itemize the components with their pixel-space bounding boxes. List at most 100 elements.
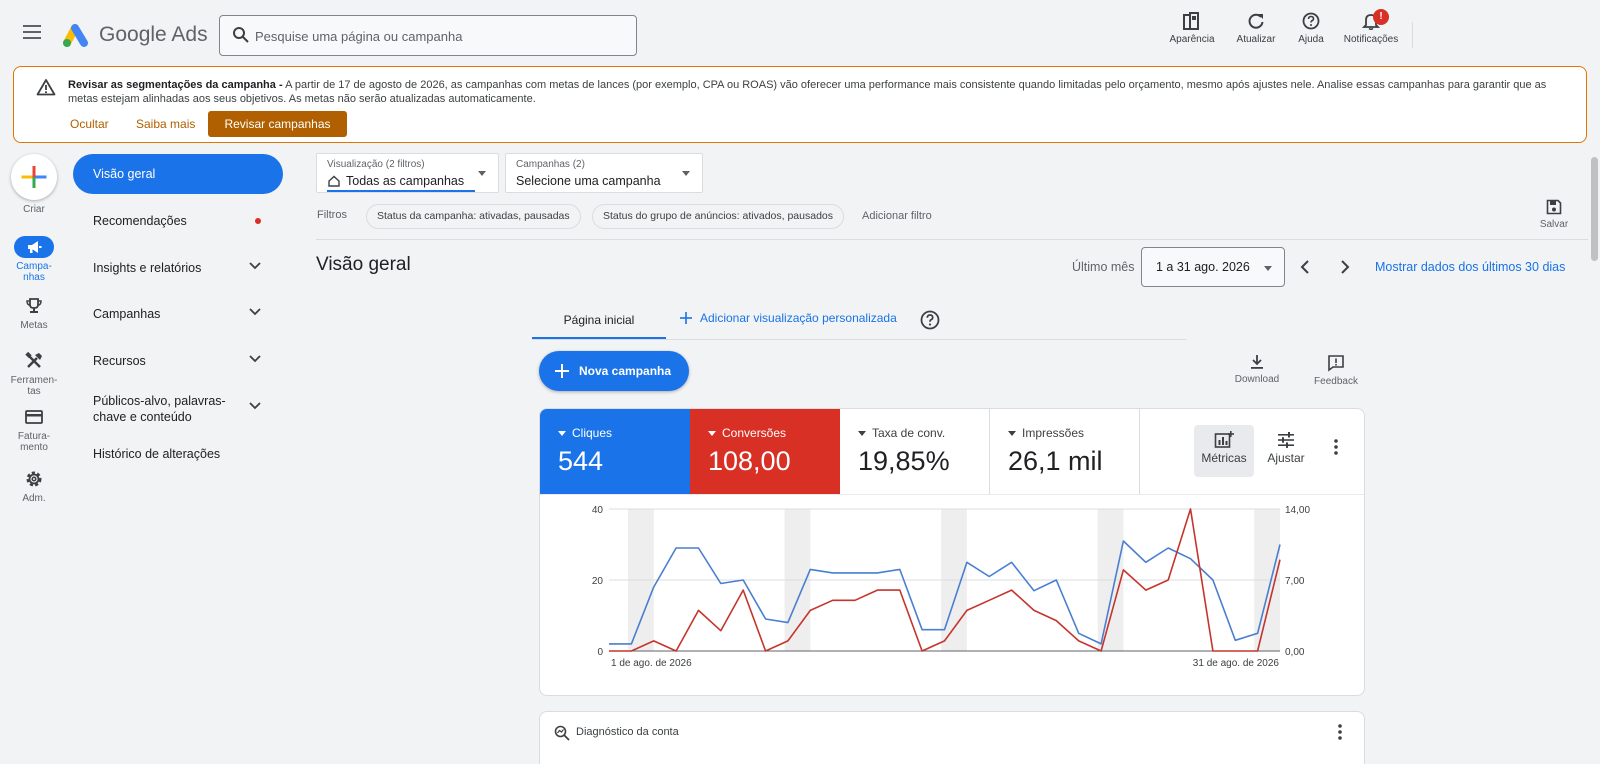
tab-add-custom-view[interactable]: Adicionar visualização personalizada bbox=[680, 311, 897, 325]
download-label: Download bbox=[1234, 374, 1280, 385]
rail-goals-label: Metas bbox=[20, 320, 48, 331]
card-more-options-button[interactable] bbox=[1328, 439, 1344, 459]
nav-overview[interactable]: Visão geral bbox=[73, 154, 283, 194]
search-insights-icon bbox=[554, 725, 570, 741]
metrics-label: Métricas bbox=[1201, 451, 1247, 465]
save-button[interactable]: Salvar bbox=[1532, 199, 1576, 235]
more-vert-icon[interactable] bbox=[1338, 724, 1342, 740]
nav-resources[interactable]: Recursos bbox=[73, 341, 283, 381]
metrics-chart-icon bbox=[1214, 431, 1234, 448]
chevron-down-icon bbox=[249, 262, 261, 270]
brand-name: Google Ads bbox=[99, 23, 208, 46]
appearance-label: Aparência bbox=[1169, 34, 1215, 45]
new-campaign-label: Nova campanha bbox=[579, 364, 672, 378]
rail-admin[interactable]: Adm. bbox=[0, 468, 68, 504]
caret-down-icon bbox=[1264, 266, 1272, 271]
metric-tile-conv-rate[interactable]: Taxa de conv. 19,85% bbox=[840, 409, 990, 494]
tabs-help-button[interactable] bbox=[920, 310, 940, 330]
hide-banner-link[interactable]: Ocultar bbox=[70, 117, 109, 131]
header-divider bbox=[1412, 22, 1413, 48]
nav-recommendations-label: Recomendações bbox=[93, 214, 187, 228]
view-selector-underline bbox=[327, 190, 475, 192]
google-ads-logo-icon[interactable] bbox=[62, 22, 92, 48]
feedback-icon bbox=[1328, 355, 1344, 372]
save-label: Salvar bbox=[1539, 219, 1569, 230]
nav-recommendations[interactable]: Recomendações bbox=[73, 201, 283, 241]
metric-tile-impressions[interactable]: Impressões 26,1 mil bbox=[990, 409, 1140, 494]
y-left-tick-label: 40 bbox=[592, 505, 604, 516]
rail-goals[interactable]: Metas bbox=[0, 295, 68, 331]
chevron-down-icon bbox=[249, 402, 261, 410]
help-icon bbox=[1302, 12, 1320, 30]
metric-tile-clicks[interactable]: Cliques 544 bbox=[540, 409, 690, 494]
nav-campaigns[interactable]: Campanhas bbox=[73, 294, 283, 334]
new-campaign-button[interactable]: Nova campanha bbox=[539, 351, 689, 391]
previous-period-button[interactable] bbox=[1295, 257, 1315, 277]
search-input[interactable] bbox=[255, 25, 615, 47]
trophy-icon bbox=[26, 298, 42, 313]
view-selector-caption: Visualização (2 filtros) bbox=[327, 159, 425, 170]
learn-more-link[interactable]: Saiba mais bbox=[136, 117, 195, 131]
period-label: Último mês bbox=[1072, 260, 1135, 274]
diagnostics-title: Diagnóstico da conta bbox=[576, 726, 679, 738]
filter-chip-campaign-status[interactable]: Status da campanha: ativadas, pausadas bbox=[366, 204, 581, 229]
plus-icon bbox=[21, 166, 47, 188]
adjust-label: Ajustar bbox=[1267, 451, 1305, 465]
banner-title: Revisar as segmentações da campanha - bbox=[68, 79, 283, 91]
rail-campaigns[interactable]: Campa- nhas bbox=[0, 236, 68, 283]
help-icon bbox=[920, 310, 940, 330]
filter-chip-adgroup-status[interactable]: Status do grupo de anúncios: ativados, p… bbox=[592, 204, 844, 229]
caret-down-icon bbox=[558, 430, 566, 436]
nav-change-history[interactable]: Histórico de alterações bbox=[73, 434, 283, 474]
tab-home[interactable]: Página inicial bbox=[532, 306, 666, 340]
metric-value: 19,85% bbox=[858, 446, 950, 476]
rail-tools-label: Ferramen- tas bbox=[10, 375, 58, 397]
main-menu-icon[interactable] bbox=[22, 24, 44, 42]
nav-resources-label: Recursos bbox=[93, 354, 146, 368]
rail-billing[interactable]: Fatura- mento bbox=[0, 406, 68, 453]
nav-audiences[interactable]: Públicos-alvo, palavras- chave e conteúd… bbox=[73, 388, 283, 430]
y-left-tick-label: 20 bbox=[592, 576, 604, 587]
banner-message: Revisar as segmentações da campanha - A … bbox=[68, 78, 1568, 106]
next-period-button[interactable] bbox=[1335, 257, 1355, 277]
home-icon bbox=[328, 175, 340, 187]
save-icon bbox=[1546, 199, 1562, 215]
scrollbar-thumb[interactable] bbox=[1591, 157, 1598, 261]
account-diagnostics-card[interactable]: Diagnóstico da conta bbox=[539, 711, 1365, 764]
search-box[interactable] bbox=[219, 15, 637, 56]
date-range-selector[interactable]: 1 a 31 ago. 2026 bbox=[1141, 247, 1285, 287]
y-right-tick-label: 7,00 bbox=[1285, 576, 1305, 587]
view-selector[interactable]: Visualização (2 filtros) Todas as campan… bbox=[316, 153, 499, 193]
create-button[interactable] bbox=[11, 154, 57, 200]
megaphone-icon bbox=[28, 241, 42, 253]
notifications-button[interactable]: ! Notificações bbox=[1339, 9, 1403, 52]
search-icon bbox=[233, 27, 249, 43]
page-scrollbar[interactable] bbox=[1589, 145, 1600, 764]
campaign-selector[interactable]: Campanhas (2) Selecione uma campanha bbox=[505, 153, 703, 193]
rail-campaigns-label: Campa- nhas bbox=[16, 261, 52, 283]
metric-tile-conversions[interactable]: Conversões 108,00 bbox=[690, 409, 840, 494]
rail-billing-label: Fatura- mento bbox=[17, 431, 51, 453]
x-start-label: 1 de ago. de 2026 bbox=[611, 658, 692, 669]
nav-insights[interactable]: Insights e relatórios bbox=[73, 248, 283, 288]
caret-down-icon bbox=[708, 430, 716, 436]
more-vert-icon bbox=[1334, 439, 1338, 455]
help-button[interactable]: Ajuda bbox=[1279, 12, 1343, 52]
plus-icon bbox=[555, 364, 569, 378]
download-icon bbox=[1251, 355, 1263, 369]
download-button[interactable]: Download bbox=[1227, 354, 1287, 385]
show-last-30-days-link[interactable]: Mostrar dados dos últimos 30 dias bbox=[1375, 260, 1565, 274]
add-filter-link[interactable]: Adicionar filtro bbox=[862, 210, 932, 222]
feedback-button[interactable]: Feedback bbox=[1306, 354, 1366, 387]
adjust-button[interactable]: Ajustar bbox=[1258, 425, 1314, 477]
refresh-icon bbox=[1248, 13, 1264, 29]
caret-down-icon bbox=[858, 430, 866, 436]
tabs-divider bbox=[532, 339, 1186, 340]
metrics-button[interactable]: Métricas bbox=[1194, 425, 1254, 477]
rail-tools[interactable]: Ferramen- tas bbox=[0, 350, 68, 397]
gear-icon bbox=[26, 471, 42, 487]
review-campaigns-button[interactable]: Revisar campanhas bbox=[208, 111, 347, 137]
top-header: Google Ads Aparência Atualizar Ajuda ! N… bbox=[0, 0, 1600, 64]
help-label: Ajuda bbox=[1298, 34, 1324, 45]
appearance-button[interactable]: Aparência bbox=[1160, 12, 1224, 52]
